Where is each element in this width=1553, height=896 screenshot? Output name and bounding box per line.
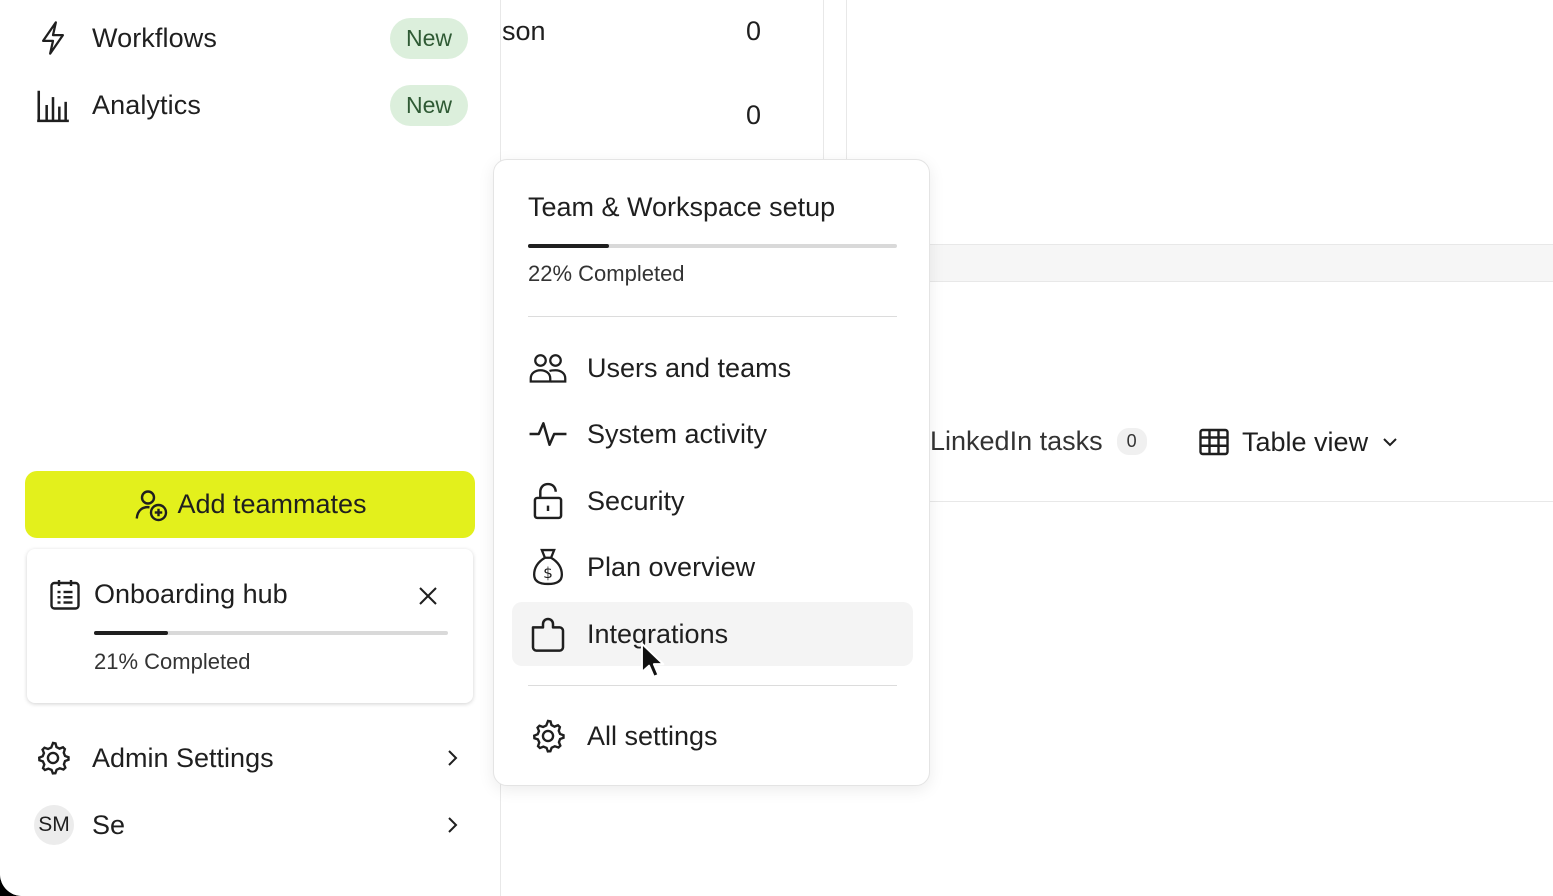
admin-settings-label: Admin Settings <box>92 742 274 773</box>
view-selector[interactable]: Table view <box>1196 424 1402 460</box>
divider <box>528 316 897 317</box>
onboarding-progress-label: 21% Completed <box>94 649 251 674</box>
view-selector-label: Table view <box>1242 426 1369 457</box>
progress-fill <box>94 631 169 635</box>
workspace-setup-popover: Team & Workspace setup 22% Completed Use… <box>493 159 930 786</box>
menu-item-label: All settings <box>587 720 718 751</box>
column-divider <box>846 0 847 159</box>
users-icon <box>528 348 568 388</box>
setup-progress-label: 22% Completed <box>528 261 685 286</box>
table-cell-name: son <box>502 16 546 46</box>
close-icon[interactable] <box>411 579 445 613</box>
bolt-icon <box>34 19 72 57</box>
chevron-right-icon <box>440 746 464 770</box>
menu-item-plan-overview[interactable]: $ Plan overview <box>512 535 913 599</box>
bar-chart-icon <box>34 86 72 124</box>
sidebar-item-label: Analytics <box>92 89 201 120</box>
sidebar-item-analytics[interactable]: Analytics New <box>34 80 468 130</box>
gear-icon <box>528 716 568 756</box>
svg-text:$: $ <box>543 564 553 582</box>
table-cell-value: 0 <box>746 100 762 130</box>
sidebar-item-label: Workflows <box>92 22 217 53</box>
divider <box>528 685 897 686</box>
lock-icon <box>528 481 568 521</box>
menu-item-label: Security <box>587 485 685 516</box>
menu-item-all-settings[interactable]: All settings <box>512 704 913 768</box>
add-teammates-label: Add teammates <box>177 489 367 519</box>
user-plus-icon <box>133 487 169 523</box>
admin-settings-item[interactable]: Admin Settings <box>34 732 464 784</box>
gear-icon <box>34 739 72 777</box>
column-divider <box>823 0 824 159</box>
menu-item-users-and-teams[interactable]: Users and teams <box>512 336 913 400</box>
table-header-band <box>930 244 1553 282</box>
table-icon <box>1196 424 1232 460</box>
sidebar: Workflows New Analytics New Add teammate… <box>0 0 501 896</box>
tab-linkedin-tasks[interactable]: LinkedIn tasks 0 <box>930 426 1147 457</box>
popover-title: Team & Workspace setup <box>528 192 836 222</box>
menu-item-integrations[interactable]: Integrations <box>512 602 913 666</box>
user-name-label: Se <box>92 809 126 840</box>
user-profile-item[interactable]: SM Se <box>34 799 464 851</box>
table-cell-value: 0 <box>746 16 762 46</box>
mouse-cursor-icon <box>640 642 666 680</box>
menu-item-label: Plan overview <box>587 551 756 582</box>
menu-item-label: Users and teams <box>587 352 792 383</box>
add-teammates-button[interactable]: Add teammates <box>25 471 475 538</box>
activity-icon <box>528 414 568 454</box>
setup-progress-bar <box>528 244 897 248</box>
puzzle-icon <box>528 614 568 654</box>
new-badge: New <box>389 17 468 59</box>
app-window: son 0 0 LinkedIn tasks 0 Table view Work… <box>0 0 1553 896</box>
menu-item-security[interactable]: Security <box>512 469 913 533</box>
onboarding-hub-card[interactable]: Onboarding hub 21% Completed <box>27 549 473 703</box>
onboarding-progress-bar <box>94 631 448 635</box>
divider <box>930 501 1553 502</box>
avatar: SM <box>34 805 74 845</box>
calendar-checklist-icon <box>47 577 83 613</box>
money-bag-icon: $ <box>528 547 568 587</box>
menu-item-label: System activity <box>587 418 768 449</box>
chevron-down-icon <box>1378 430 1402 454</box>
menu-item-system-activity[interactable]: System activity <box>512 402 913 466</box>
onboarding-hub-title: Onboarding hub <box>94 579 288 609</box>
progress-fill <box>528 244 610 248</box>
new-badge: New <box>389 84 468 126</box>
tab-label: LinkedIn tasks <box>930 426 1103 456</box>
sidebar-item-workflows[interactable]: Workflows New <box>34 13 468 63</box>
count-badge: 0 <box>1116 428 1147 455</box>
chevron-right-icon <box>440 813 464 837</box>
